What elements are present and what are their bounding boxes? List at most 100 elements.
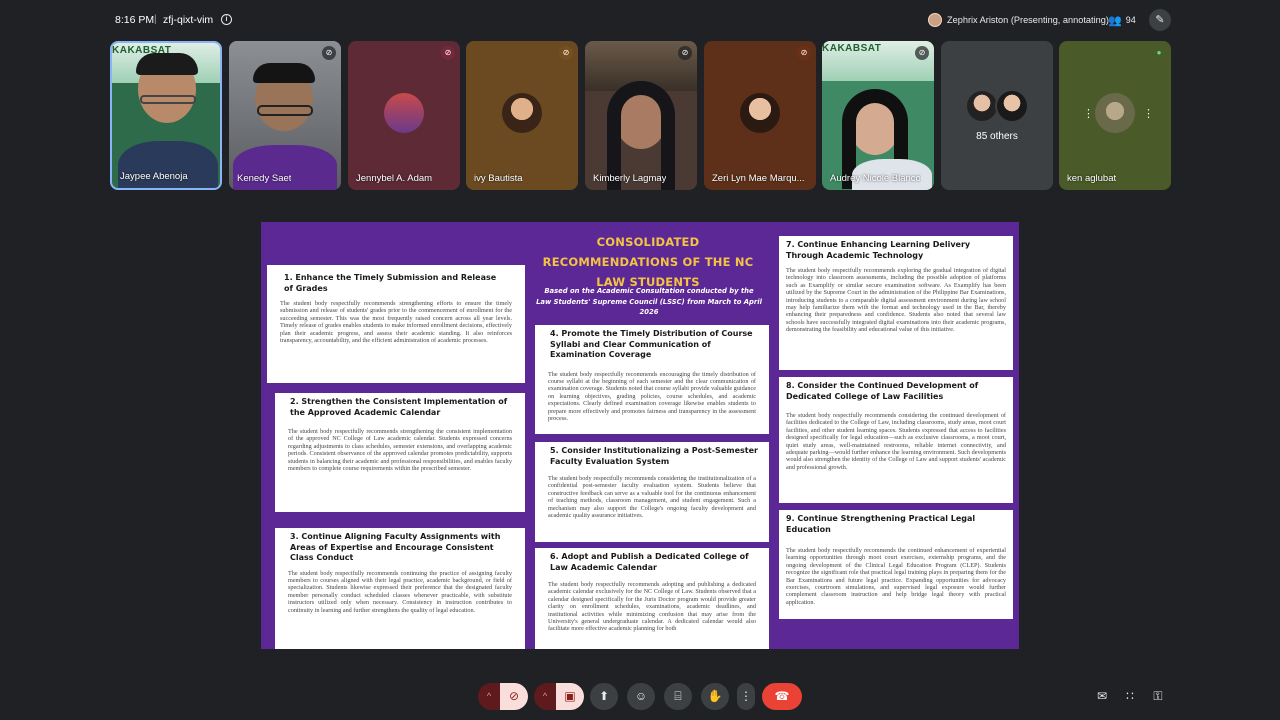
participant-name: Jaypee Abenoja xyxy=(120,171,188,182)
card-title: 4. Promote the Timely Distribution of Co… xyxy=(550,329,753,359)
recommendation-card: 7. Continue Enhancing Learning Delivery … xyxy=(779,236,1013,370)
chevron-up-icon: ^ xyxy=(542,691,548,701)
more-vert-icon: ⋮ xyxy=(740,689,752,703)
separator: | xyxy=(154,14,157,25)
card-body: The student body respectfully recommends… xyxy=(280,300,512,345)
card-title: 6. Adopt and Publish a Dedicated College… xyxy=(550,552,749,572)
send-reaction-button[interactable]: ☺ xyxy=(627,683,655,710)
card-body: The student body respectfully recommends… xyxy=(288,428,512,473)
participant-avatar xyxy=(995,89,1029,123)
info-icon[interactable]: i xyxy=(221,14,232,25)
recommendation-card: 4. Promote the Timely Distribution of Co… xyxy=(535,325,769,434)
mic-off-icon: ⊘ xyxy=(322,46,336,60)
card-title: 7. Continue Enhancing Learning Delivery … xyxy=(786,240,971,260)
card-body: The student body respectfully recommends… xyxy=(288,569,512,614)
recommendation-card: 6. Adopt and Publish a Dedicated College… xyxy=(535,548,769,649)
mic-off-icon: ⊘ xyxy=(678,46,692,60)
recommendation-card: 5. Consider Institutionalizing a Post-Se… xyxy=(535,442,769,542)
glasses xyxy=(257,105,313,116)
leave-call-button[interactable]: ☎ xyxy=(762,683,802,710)
annotate-pen-button[interactable]: ✎ xyxy=(1149,9,1171,31)
participant-avatar xyxy=(965,89,999,123)
mic-off-icon: ⊘ xyxy=(915,46,929,60)
people-button[interactable]: 👥 94 xyxy=(1108,10,1136,30)
camera-toggle-button[interactable]: ▣ xyxy=(556,683,584,710)
host-controls-button[interactable]: ⚿ xyxy=(1150,688,1166,704)
participant-name: Audrey Nicole Blanco xyxy=(830,173,921,184)
card-title: 9. Continue Strengthening Practical Lega… xyxy=(786,514,976,534)
top-bar: 8:16 PM | zfj-qixt-vim i Zephrix Ariston… xyxy=(0,0,1280,38)
participant-name: ken aglubat xyxy=(1067,173,1117,184)
call-controls: ^ ⊘ ^ ▣ ⬆ ☺ ⌸ ✋ ⋮ ☎ xyxy=(0,680,1280,712)
hair xyxy=(253,63,315,83)
microphone-toggle-button[interactable]: ⊘ xyxy=(500,683,528,710)
mic-off-icon: ⊘ xyxy=(797,46,811,60)
card-title: 1. Enhance the Timely Submission and Rel… xyxy=(284,273,497,293)
participant-avatar xyxy=(740,93,780,133)
participant-name: Kenedy Saet xyxy=(237,173,292,184)
clock-time: 8:16 PM xyxy=(115,14,155,26)
participant-name: ivy Bautista xyxy=(474,173,523,184)
participant-tile[interactable]: ⊘ Kenedy Saet xyxy=(229,41,341,190)
more-options-icon[interactable]: ⋮ xyxy=(1143,107,1154,120)
recommendation-card: 8. Consider the Continued Development of… xyxy=(779,377,1013,503)
chevron-up-icon: ^ xyxy=(486,691,492,701)
captions-button[interactable]: ⌸ xyxy=(664,683,692,710)
chat-button[interactable]: ✉ xyxy=(1094,688,1110,704)
participant-tile[interactable]: KAKABSAT Jaypee Abenoja xyxy=(110,41,222,190)
emoji-icon: ☺ xyxy=(634,689,648,703)
meeting-code[interactable]: zfj-qixt-vim xyxy=(163,14,213,26)
participant-tile[interactable]: ⊘ ivy Bautista xyxy=(466,41,578,190)
participant-tile[interactable]: KAKABSAT ⊘ Audrey Nicole Blanco xyxy=(822,41,934,190)
more-options-button[interactable]: ⋮ xyxy=(737,683,755,710)
participant-name: Jennybel A. Adam xyxy=(356,173,433,184)
participant-tile[interactable]: ⊘ Kimberly Lagmay xyxy=(585,41,697,190)
presenter-chip[interactable]: Zephrix Ariston (Presenting, annotating) xyxy=(925,10,1115,30)
participant-tile[interactable]: ⊘ Zeri Lyn Mae Marqu... xyxy=(704,41,816,190)
participant-tile[interactable]: ⊘ Jennybel A. Adam xyxy=(348,41,460,190)
glasses xyxy=(140,95,196,104)
pen-icon: ✎ xyxy=(1155,14,1165,26)
card-body: The student body respectfully recommends… xyxy=(786,412,1006,471)
raise-hand-button[interactable]: ✋ xyxy=(701,683,729,710)
participant-tile[interactable]: ⋮ ⋮ ● ken aglubat xyxy=(1059,41,1171,190)
mic-on-icon: ● xyxy=(1156,48,1162,57)
participant-count: 94 xyxy=(1125,15,1136,25)
audio-options-button[interactable]: ^ xyxy=(478,683,500,710)
mic-off-icon: ⊘ xyxy=(508,689,520,703)
mic-off-icon: ⊘ xyxy=(559,46,573,60)
participant-avatar xyxy=(384,93,424,133)
card-title: 3. Continue Aligning Faculty Assignments… xyxy=(290,532,501,562)
others-tile[interactable]: 85 others xyxy=(941,41,1053,190)
captions-icon: ⌸ xyxy=(674,689,682,703)
card-body: The student body respectfully recommends… xyxy=(786,267,1006,334)
participant-avatar xyxy=(1095,93,1135,133)
hair xyxy=(136,53,198,75)
participant-avatar xyxy=(502,93,542,133)
chat-icon: ✉ xyxy=(1096,689,1108,703)
card-title: 5. Consider Institutionalizing a Post-Se… xyxy=(550,446,758,466)
present-icon: ⬆ xyxy=(598,689,610,703)
hand-icon: ✋ xyxy=(707,689,723,703)
camera-off-icon: ▣ xyxy=(564,689,576,703)
recommendation-card: 3. Continue Aligning Faculty Assignments… xyxy=(275,528,525,649)
slide-subtitle: Based on the Academic Consultation condu… xyxy=(536,287,762,316)
mic-off-icon: ⊘ xyxy=(441,46,455,60)
banner-text: KAKABSAT xyxy=(822,43,882,54)
apps-grid-icon: ∷ xyxy=(1126,689,1134,703)
shared-slide: CONSOLIDATED RECOMMENDATIONS OF THE NC L… xyxy=(261,222,1019,649)
recommendation-card: 9. Continue Strengthening Practical Lega… xyxy=(779,510,1013,619)
card-body: The student body respectfully recommends… xyxy=(548,370,756,422)
slide-title: CONSOLIDATED RECOMMENDATIONS OF THE NC L… xyxy=(542,235,754,289)
card-body: The student body respectfully recommends… xyxy=(786,547,1006,606)
participant-shirt xyxy=(118,141,218,188)
others-count: 85 others xyxy=(976,131,1018,142)
present-screen-button[interactable]: ⬆ xyxy=(590,683,618,710)
video-options-button[interactable]: ^ xyxy=(534,683,556,710)
card-body: The student body respectfully recommends… xyxy=(548,581,756,633)
participant-name: Kimberly Lagmay xyxy=(593,173,667,184)
presenter-label: Zephrix Ariston (Presenting, annotating) xyxy=(947,15,1109,25)
more-options-icon[interactable]: ⋮ xyxy=(1083,107,1094,120)
people-icon: 👥 xyxy=(1108,14,1122,27)
activities-button[interactable]: ∷ xyxy=(1122,688,1138,704)
